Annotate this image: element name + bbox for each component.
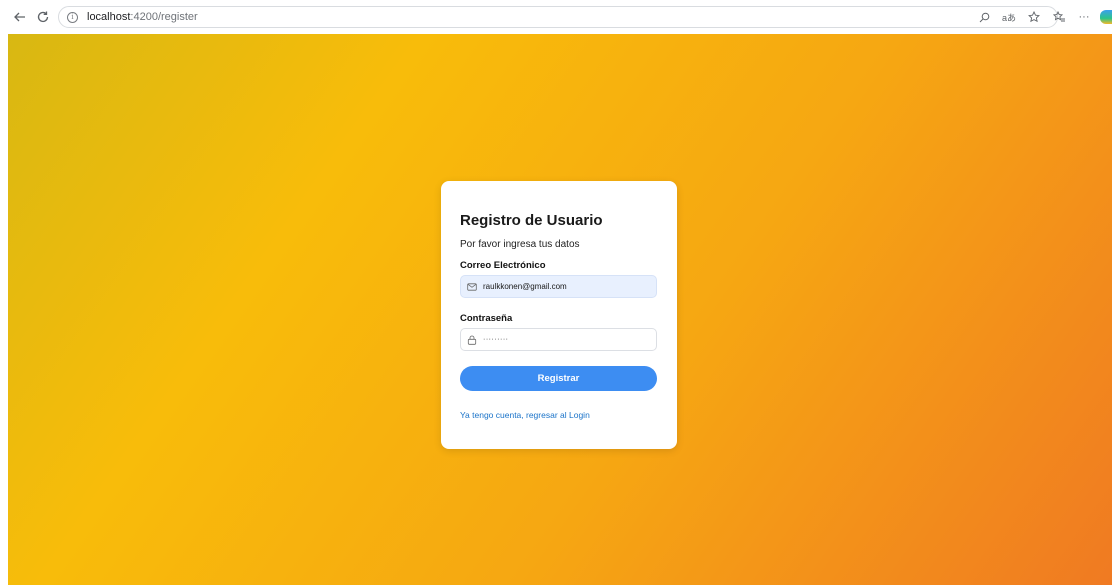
- email-label: Correo Electrónico: [460, 260, 546, 271]
- browser-actions: aあ ···: [969, 7, 1112, 27]
- page-background: Registro de Usuario Por favor ingresa tu…: [8, 34, 1112, 585]
- back-to-login-link[interactable]: Ya tengo cuenta, regresar al Login: [460, 410, 590, 420]
- search-icon[interactable]: [974, 7, 994, 27]
- register-title: Registro de Usuario: [460, 212, 603, 229]
- envelope-icon: [467, 282, 477, 291]
- reload-icon[interactable]: [33, 7, 53, 27]
- lock-icon: [467, 335, 477, 345]
- address-bar[interactable]: i localhost:4200/register: [58, 6, 1058, 28]
- register-subtitle: Por favor ingresa tus datos: [460, 239, 580, 250]
- email-field[interactable]: raulkkonen@gmail.com: [460, 275, 657, 298]
- copilot-logo-icon[interactable]: [1100, 10, 1112, 24]
- favorite-star-icon[interactable]: [1024, 7, 1044, 27]
- password-value: ·········: [483, 336, 509, 343]
- browser-toolbar: i localhost:4200/register aあ ···: [0, 0, 1112, 34]
- read-aloud-icon[interactable]: aあ: [999, 7, 1019, 27]
- back-arrow-icon[interactable]: [10, 7, 30, 27]
- info-icon[interactable]: i: [67, 11, 78, 23]
- url-host: localhost: [87, 11, 131, 23]
- password-field[interactable]: ·········: [460, 328, 657, 351]
- email-value: raulkkonen@gmail.com: [483, 282, 567, 291]
- register-card: Registro de Usuario Por favor ingresa tu…: [441, 181, 677, 449]
- favorites-list-icon[interactable]: [1049, 7, 1069, 27]
- more-options-icon[interactable]: ···: [1074, 7, 1094, 27]
- register-button[interactable]: Registrar: [460, 366, 657, 391]
- password-label: Contraseña: [460, 313, 513, 324]
- url-path: :4200/register: [130, 11, 198, 23]
